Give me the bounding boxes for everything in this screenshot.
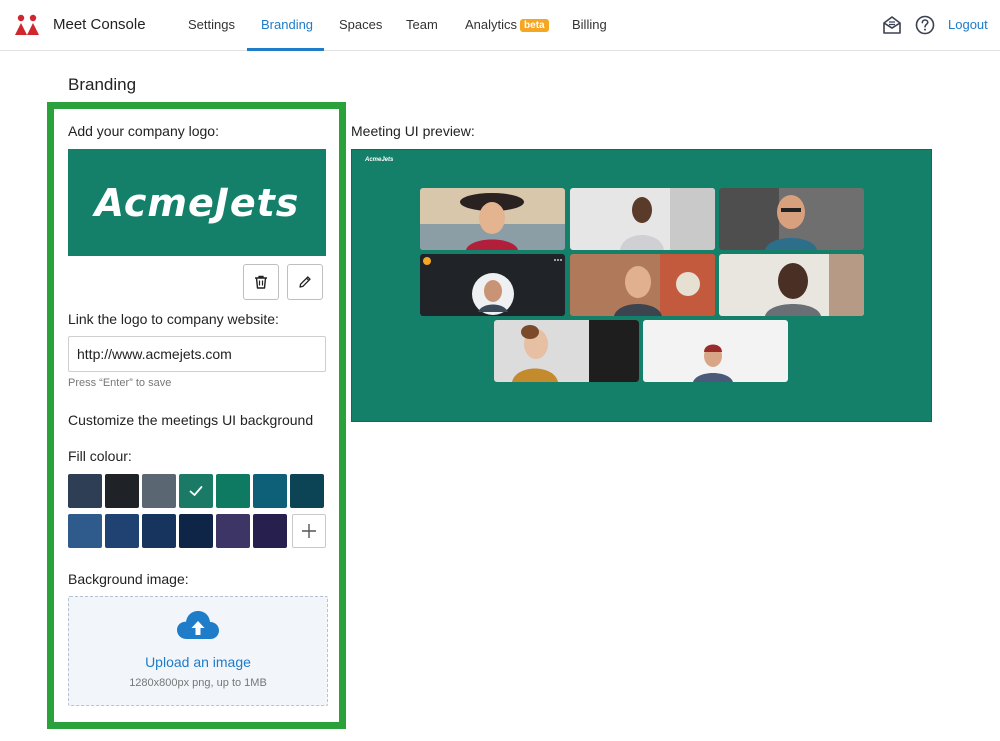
video-tile [494,320,639,382]
upload-image-label: Upload an image [145,654,251,670]
colour-swatch[interactable] [216,514,250,548]
company-website-input[interactable] [68,336,326,372]
colour-swatch[interactable] [68,474,102,508]
video-tile [570,188,715,250]
plus-icon [302,524,316,538]
envelope-open-icon[interactable] [882,15,902,35]
video-tile [570,254,715,316]
customize-background-heading: Customize the meetings UI background [68,412,314,428]
colour-swatch[interactable] [290,474,324,508]
video-tile [719,254,864,316]
check-icon [189,486,203,496]
video-tile [420,188,565,250]
fill-colour-label: Fill colour: [68,448,132,464]
trash-icon [255,275,267,289]
preview-label: Meeting UI preview: [351,123,475,139]
logout-link[interactable]: Logout [948,17,988,32]
nav-branding[interactable]: Branding [261,0,313,51]
logo-label: Add your company logo: [68,123,219,139]
cloud-upload-icon [177,611,219,639]
link-hint: Press “Enter” to save [68,377,172,389]
top-navigation-bar: Meet Console Settings Branding Spaces Te… [0,0,1000,51]
question-circle-icon[interactable] [915,15,935,35]
link-label: Link the logo to company website: [68,311,279,327]
colour-swatch[interactable] [142,474,176,508]
colour-swatch[interactable] [142,514,176,548]
nav-billing[interactable]: Billing [572,0,607,51]
company-logo-preview[interactable]: AcmeJets [68,149,326,256]
nav-spaces[interactable]: Spaces [339,0,382,51]
nav-team[interactable]: Team [406,0,438,51]
preview-logo-text: AcmeJets [365,157,394,163]
company-logo-text: AcmeJets [94,180,300,225]
beta-badge: beta [520,19,549,32]
page-title: Branding [68,75,137,94]
nav-active-indicator [247,48,324,51]
video-tile [719,188,864,250]
colour-swatch[interactable] [253,514,287,548]
video-tile [420,254,565,316]
app-logo-icon[interactable] [14,14,40,36]
edit-logo-button[interactable] [287,264,323,300]
background-image-label: Background image: [68,571,189,587]
colour-swatch[interactable] [105,474,139,508]
colour-swatch[interactable] [105,514,139,548]
nav-settings[interactable]: Settings [188,0,235,51]
upload-image-hint: 1280x800px png, up to 1MB [129,677,267,689]
colour-swatch[interactable] [68,514,102,548]
video-tile [643,320,788,382]
colour-swatch[interactable] [179,514,213,548]
colour-swatch[interactable] [179,474,213,508]
add-colour-button[interactable] [292,514,326,548]
app-title: Meet Console [53,16,146,33]
meeting-ui-preview: AcmeJets [351,149,932,422]
background-image-upload[interactable]: Upload an image 1280x800px png, up to 1M… [68,596,328,706]
colour-swatch[interactable] [216,474,250,508]
delete-logo-button[interactable] [243,264,279,300]
pencil-icon [299,276,311,288]
nav-analytics-label: Analytics [465,17,518,32]
nav-analytics[interactable]: Analytics beta [465,0,549,51]
colour-swatch[interactable] [253,474,287,508]
